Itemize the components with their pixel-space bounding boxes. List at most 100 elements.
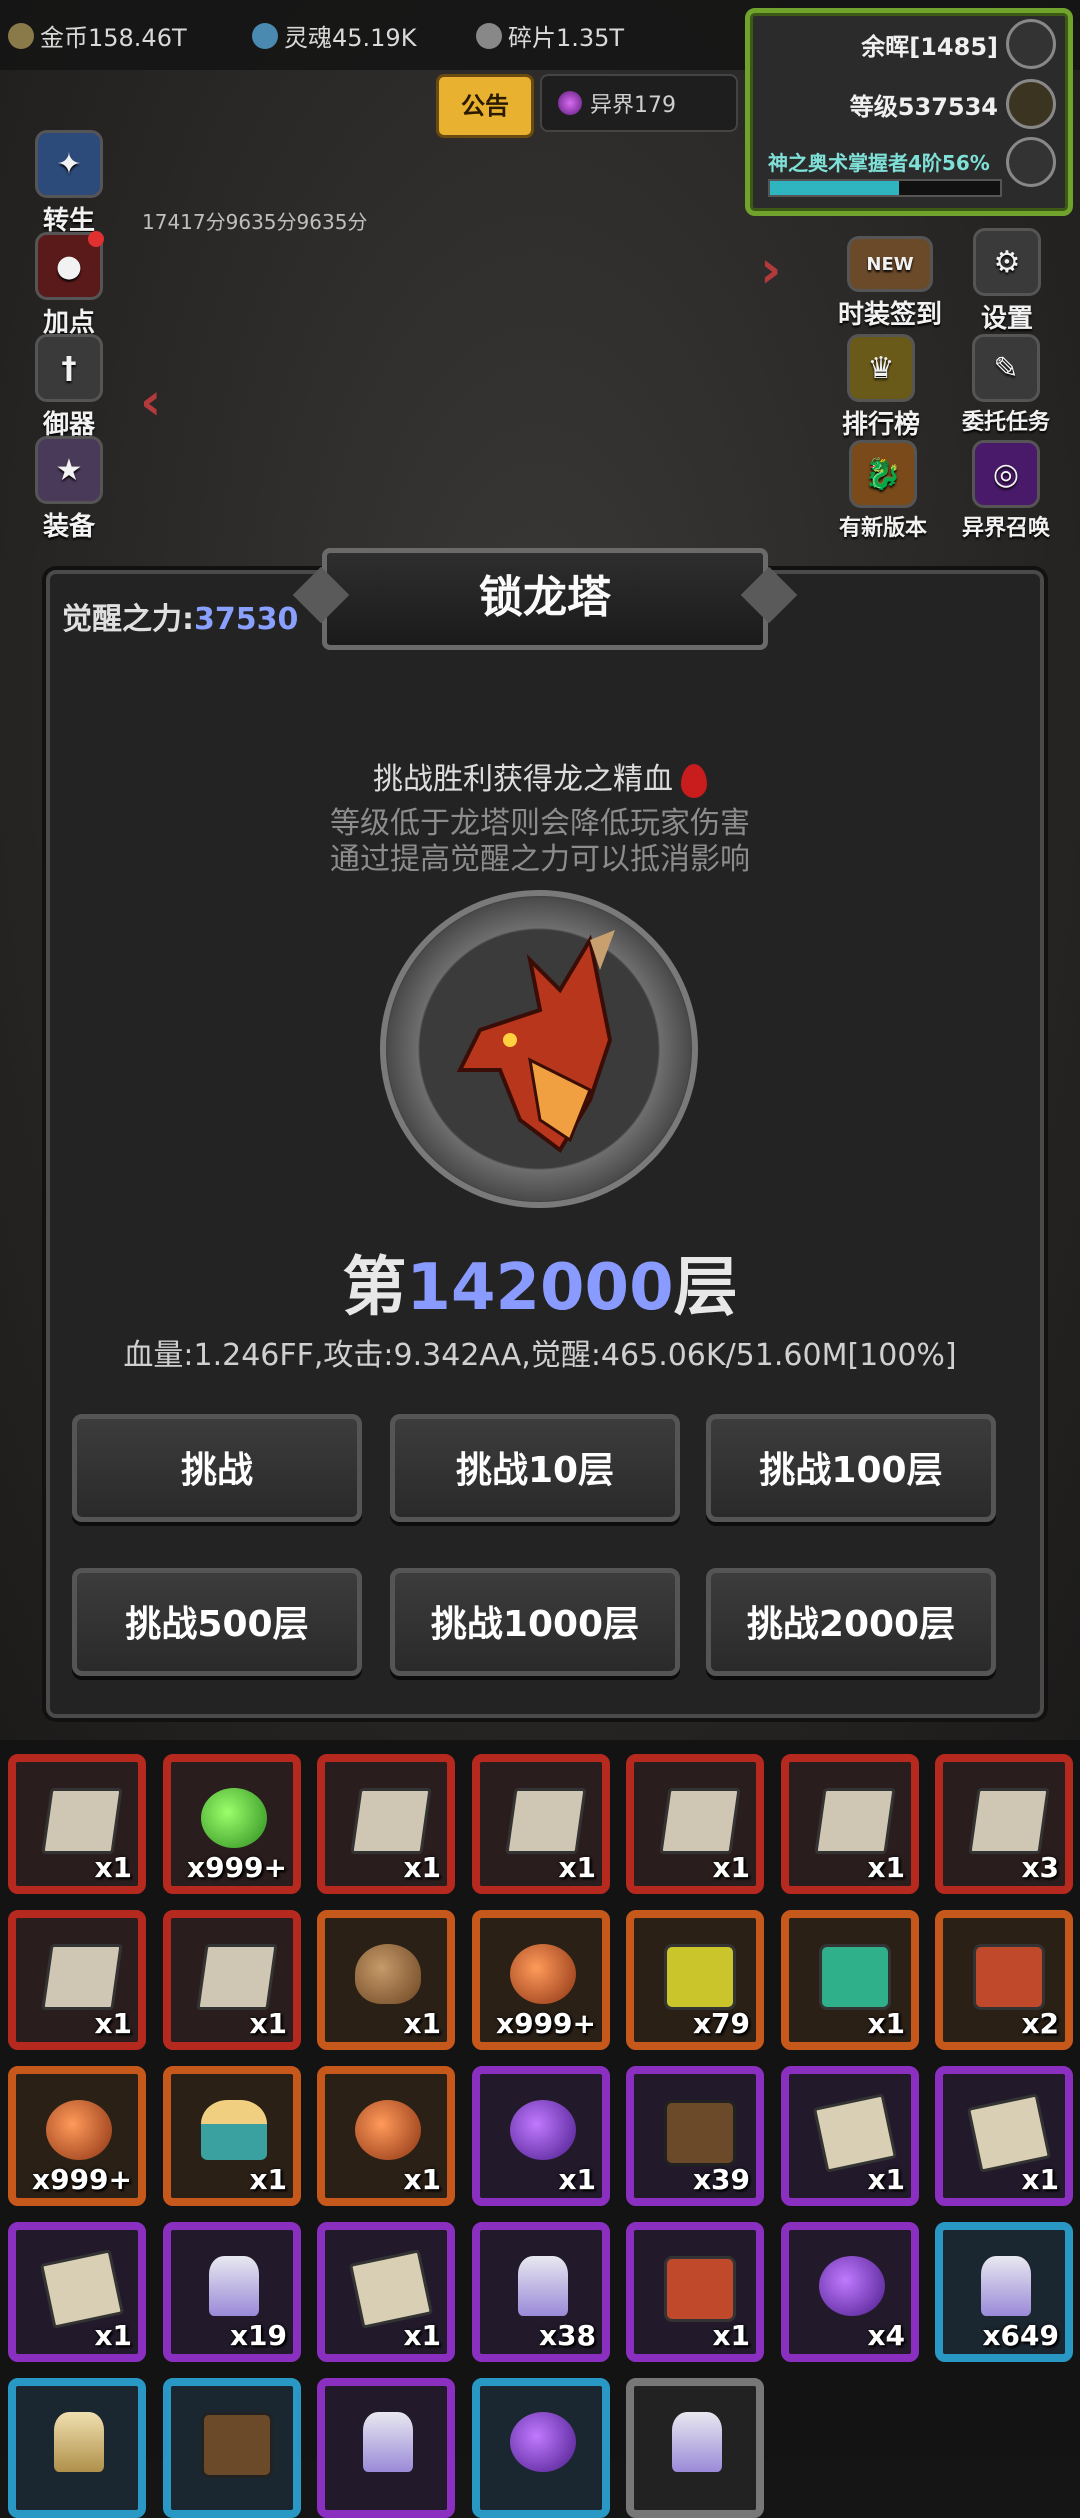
side-equipment[interactable]: ★ 装备 [24,436,114,543]
inventory-slot[interactable]: x1 [317,1754,455,1894]
chevron-right-icon[interactable]: › [760,240,781,300]
level-value: 等级537534 [849,93,998,121]
swirl-icon [1006,137,1056,187]
chest-teal-icon [819,1944,891,2010]
side-rebirth[interactable]: ✦ 转生 [24,130,114,237]
inventory-slot[interactable]: x999+ [472,1910,610,2050]
inventory-slot[interactable]: x38 [472,2222,610,2362]
side-settings[interactable]: ⚙ 设置 [962,228,1052,335]
glory-value: 余晖[1485] [861,33,998,61]
side-add-points[interactable]: ● 加点 [24,231,114,339]
bag-orange-icon [46,2100,112,2160]
bag-green-icon [201,1788,267,1848]
inventory-slot[interactable]: x1 [163,2066,301,2206]
bag-purple-icon [510,2100,576,2160]
inventory-slot[interactable]: x39 [626,2066,764,2206]
inventory-slot[interactable] [626,2378,764,2518]
dragon-head-icon [456,930,615,1153]
side-new-version[interactable]: 🐉 有新版本 [828,440,938,542]
chest-red-icon [664,2256,736,2322]
challenge-button[interactable]: 挑战 [72,1414,362,1522]
scroll-icon [812,2093,898,2173]
item-quantity: x39 [692,2163,750,2196]
chevron-left-icon[interactable]: ‹ [140,372,161,432]
inventory-slot[interactable]: x1 [626,1754,764,1894]
chest-yellow-icon [664,1944,736,2010]
realm-icon [558,91,582,115]
item-quantity: x1 [403,2007,441,2040]
inventory-slot[interactable]: x1 [626,2222,764,2362]
item-quantity: x1 [403,2319,441,2352]
challenge-500-button[interactable]: 挑战500层 [72,1568,362,1676]
inventory-slot[interactable]: x1 [317,2066,455,2206]
inventory-slot[interactable] [8,2378,146,2518]
vial-icon [209,2256,259,2316]
challenge-1000-button[interactable]: 挑战1000层 [390,1568,680,1676]
inventory-slot[interactable]: x1 [781,1754,919,1894]
bag-orange-icon [510,1944,576,2004]
shield-icon: ★ [35,436,103,504]
side-leaderboard[interactable]: ♛ 排行榜 [836,334,926,441]
quest-icon: ✎ [972,334,1040,402]
inventory-slot[interactable]: x1 [781,1910,919,2050]
item-quantity: x1 [1021,2163,1059,2196]
bag-brown-icon [355,1944,421,2004]
challenge-10-button[interactable]: 挑战10层 [390,1414,680,1522]
inventory-slot[interactable] [317,2378,455,2518]
inventory-grid: x1 x999+ x1 x1 x1 x1 x3 x1 x1 x1 x999+ x79 x1 x2 x999+… [0,1740,1080,2518]
vial-icon [672,2412,722,2472]
dragon-icon: 🐉 [849,440,917,508]
inventory-slot[interactable]: x649 [935,2222,1073,2362]
inventory-slot[interactable]: x3 [935,1754,1073,1894]
item-quantity: x2 [1021,2007,1059,2040]
new-icon: NEW [847,236,933,292]
box-icon [968,1788,1050,1854]
item-quantity: x4 [867,2319,905,2352]
side-realm-summon[interactable]: ◎ 异界召唤 [956,440,1056,542]
inventory-slot[interactable]: x4 [781,2222,919,2362]
item-quantity: x999+ [32,2163,132,2196]
side-costume-signin[interactable]: NEW 时装签到 [830,236,950,331]
inventory-slot[interactable]: x79 [626,1910,764,2050]
inventory-slot[interactable]: x1 [472,2066,610,2206]
inventory-slot[interactable]: x1 [317,1910,455,2050]
trophy-icon: ♛ [847,334,915,402]
challenge-2000-button[interactable]: 挑战2000层 [706,1568,996,1676]
inventory-slot[interactable]: x1 [317,2222,455,2362]
item-quantity: x79 [692,2007,750,2040]
inventory-slot[interactable]: x1 [163,1910,301,2050]
inventory-slot[interactable]: x999+ [8,2066,146,2206]
crown-icon [1006,79,1056,129]
inventory-slot[interactable]: x1 [8,1910,146,2050]
inventory-slot[interactable]: x1 [8,2222,146,2362]
flask-icon [201,2100,267,2160]
scroll-icon [966,2093,1052,2173]
reward-description: 挑战胜利获得龙之精血 [0,754,1080,798]
inventory-slot[interactable]: x19 [163,2222,301,2362]
inventory-slot[interactable]: x1 [781,2066,919,2206]
inventory-slot[interactable]: x1 [935,2066,1073,2206]
shard-resource: 碎片1.35T [476,18,624,53]
realm-button[interactable]: 异界179 [540,74,738,132]
player-status-panel[interactable]: 余晖[1485] 等级537534 神之奥术掌握者4阶56% [745,8,1073,216]
inventory-slot[interactable]: x1 [8,1754,146,1894]
soul-resource: 灵魂45.19K [252,18,416,53]
portal-icon: ◎ [972,440,1040,508]
rebirth-icon: ✦ [35,130,103,198]
notice-button[interactable]: 公告 [436,74,534,138]
inventory-slot[interactable]: x2 [935,1910,1073,2050]
item-quantity: x19 [229,2319,287,2352]
scroll-icon [348,2249,434,2329]
inventory-slot[interactable]: x999+ [163,1754,301,1894]
gold-resource: 金币158.46T [8,18,187,53]
blood-drop-icon [681,763,707,798]
box-icon [196,1944,278,2010]
inventory-slot[interactable]: x1 [472,1754,610,1894]
side-commission[interactable]: ✎ 委托任务 [956,334,1056,436]
challenge-100-button[interactable]: 挑战100层 [706,1414,996,1522]
item-quantity: x1 [94,2319,132,2352]
gear-icon: ⚙ [973,228,1041,296]
side-weapon[interactable]: † 御器 [24,334,114,441]
inventory-slot[interactable] [163,2378,301,2518]
inventory-slot[interactable] [472,2378,610,2518]
